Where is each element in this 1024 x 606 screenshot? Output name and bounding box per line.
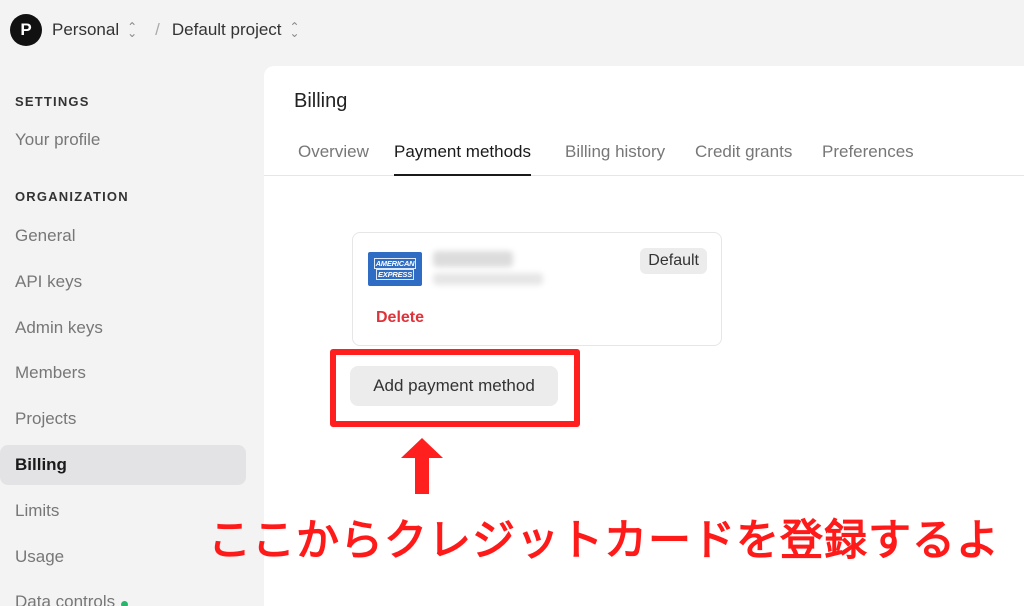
status-dot-icon (121, 600, 129, 606)
chevron-updown-icon: ⌃ ⌄ (127, 20, 138, 40)
billing-tabs: Overview Payment methods Billing history… (264, 136, 1024, 176)
tab-preferences[interactable]: Preferences (822, 142, 914, 176)
card-brand-line1: AMERICAN (373, 258, 417, 269)
redacted-card-expiry (433, 273, 543, 285)
tab-payment-methods[interactable]: Payment methods (394, 142, 532, 176)
up-arrow-icon (401, 438, 443, 494)
tab-billing-history[interactable]: Billing history (565, 142, 665, 176)
payment-method-card: AMERICAN EXPRESS Default Delete (352, 232, 722, 346)
org-switcher[interactable]: Personal ⌃ ⌄ (52, 20, 137, 40)
sidebar-item-your-profile[interactable]: Your profile (0, 120, 246, 160)
sidebar-item-billing[interactable]: Billing (0, 445, 246, 485)
org-name: Personal (52, 20, 120, 39)
page-title: Billing (294, 90, 348, 112)
organization-heading: ORGANIZATION (15, 189, 129, 204)
sidebar-item-label: Data controls (15, 592, 116, 606)
settings-heading: SETTINGS (15, 94, 90, 109)
sidebar-item-projects[interactable]: Projects (0, 399, 246, 439)
sidebar-item-members[interactable]: Members (0, 353, 246, 393)
delete-button[interactable]: Delete (376, 309, 424, 327)
highlight-box (330, 349, 580, 427)
project-switcher[interactable]: Default project ⌃ ⌄ (172, 20, 300, 40)
breadcrumb-separator: / (155, 20, 160, 39)
sidebar-item-admin-keys[interactable]: Admin keys (0, 308, 246, 348)
amex-card-icon: AMERICAN EXPRESS (368, 252, 422, 286)
default-badge: Default (640, 248, 707, 274)
chevron-updown-icon: ⌃ ⌄ (289, 20, 300, 40)
annotation-caption: ここからクレジットカードを登録するよ (208, 516, 1000, 566)
card-brand-line2: EXPRESS (375, 269, 415, 280)
project-name: Default project (171, 20, 282, 39)
sidebar-item-data-controls[interactable]: Data controls (0, 582, 246, 606)
tab-overview[interactable]: Overview (298, 142, 369, 176)
sidebar-item-api-keys[interactable]: API keys (0, 262, 246, 302)
org-avatar[interactable]: P (10, 14, 42, 46)
tab-credit-grants[interactable]: Credit grants (695, 142, 792, 176)
redacted-card-number (433, 251, 513, 267)
sidebar-item-general[interactable]: General (0, 216, 246, 256)
top-bar: P Personal ⌃ ⌄ / Default project ⌃ ⌄ (0, 0, 1024, 60)
